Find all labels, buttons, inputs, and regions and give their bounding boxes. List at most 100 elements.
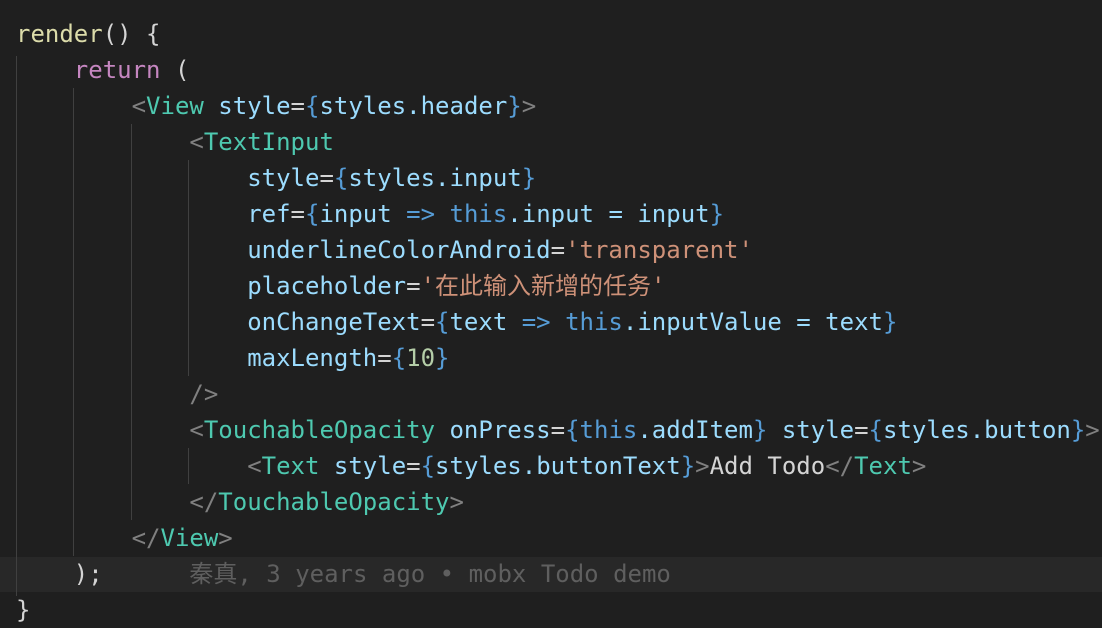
code-token: </ (189, 488, 219, 516)
code-line[interactable]: maxLength={10} (16, 340, 450, 376)
code-token: { (333, 164, 349, 192)
code-token: > (695, 452, 710, 480)
code-token: ); (16, 560, 103, 588)
code-token: styles.buttonText (435, 452, 681, 480)
code-token: { (565, 416, 580, 444)
code-token: = (420, 308, 436, 336)
code-token: this (579, 416, 638, 444)
code-token: style (247, 164, 320, 192)
code-line[interactable]: ); 秦真, 3 years ago • mobx Todo demo (16, 556, 671, 592)
code-token: > (1085, 416, 1100, 444)
code-token: TouchableOpacity (218, 488, 450, 516)
code-token: } (1070, 416, 1086, 444)
code-token: { (420, 452, 436, 480)
code-token: = (319, 164, 334, 192)
code-line[interactable]: </View> (16, 520, 233, 556)
code-line[interactable]: onChangeText={text => this.inputValue = … (16, 304, 897, 340)
code-token: render (16, 20, 103, 48)
code-line[interactable]: return ( (16, 52, 190, 88)
code-token: Text (854, 452, 912, 480)
code-line[interactable]: <Text style={styles.buttonText}>Add Todo… (16, 448, 926, 484)
code-token: text (449, 308, 508, 336)
code-token: > (218, 524, 233, 552)
code-line[interactable]: placeholder='在此输入新增的任务' (16, 268, 666, 304)
code-token: TouchableOpacity (203, 416, 436, 444)
code-token: < (189, 128, 204, 156)
code-token: < (131, 92, 147, 120)
code-token: } (507, 92, 522, 120)
git-blame-annotation: 秦真, 3 years ago • mobx Todo demo (102, 560, 671, 588)
code-token: } (680, 452, 696, 480)
code-token: styles.button (883, 416, 1071, 444)
code-token: ( (160, 56, 190, 84)
code-token: /> (189, 380, 219, 408)
code-token: TextInput (203, 128, 334, 156)
code-token: = (550, 416, 566, 444)
code-token: .input = input (507, 200, 710, 228)
code-token: } (521, 164, 537, 192)
code-token: () { (102, 20, 161, 48)
code-token: } (435, 344, 450, 372)
code-token: } (709, 200, 725, 228)
code-token: 10 (406, 344, 436, 372)
code-token: style (218, 92, 291, 120)
code-line[interactable]: style={styles.input} (16, 160, 536, 196)
code-token: .addItem (637, 416, 753, 444)
code-token: > (911, 452, 927, 480)
code-editor[interactable]: render() { return ( <View style={styles.… (0, 0, 1102, 624)
code-token: maxLength (247, 344, 378, 372)
code-line[interactable]: </TouchableOpacity> (16, 484, 464, 520)
code-token: placeholder (247, 272, 407, 300)
code-line[interactable]: } (16, 592, 30, 628)
code-token: < (189, 416, 204, 444)
code-token: => (391, 200, 450, 228)
code-token: '在此输入新增的任务' (420, 272, 666, 300)
code-token: .inputValue = text (622, 308, 883, 336)
code-token: onChangeText (247, 308, 421, 336)
code-token: } (752, 416, 768, 444)
code-token: 'transparent' (565, 236, 753, 264)
code-line[interactable]: ref={input => this.input = input} (16, 196, 724, 232)
code-token: { (305, 92, 320, 120)
code-token: } (882, 308, 898, 336)
code-token: = (290, 200, 305, 228)
code-token: { (868, 416, 883, 444)
code-line[interactable]: /> (16, 376, 218, 412)
code-token: > (521, 92, 537, 120)
code-token: => (507, 308, 566, 336)
code-token: < (247, 452, 262, 480)
code-token: </ (825, 452, 855, 480)
code-token: { (435, 308, 450, 336)
code-token: { (391, 344, 407, 372)
code-token: { (305, 200, 320, 228)
code-token: underlineColorAndroid (247, 236, 551, 264)
code-token: View (146, 92, 204, 120)
code-token: onPress (449, 416, 551, 444)
code-token: = (290, 92, 305, 120)
code-token: </ (131, 524, 161, 552)
code-token: = (406, 452, 421, 480)
code-line[interactable]: <TouchableOpacity onPress={this.addItem}… (16, 412, 1100, 448)
code-token: styles.input (348, 164, 522, 192)
code-token: input (319, 200, 392, 228)
code-token: styles.header (319, 92, 508, 120)
code-token: Add Todo (709, 452, 826, 480)
code-line[interactable]: underlineColorAndroid='transparent' (16, 232, 753, 268)
code-line[interactable]: render() { (16, 16, 161, 52)
code-token: = (854, 416, 869, 444)
code-line[interactable]: <TextInput (16, 124, 334, 160)
code-line[interactable]: <View style={styles.header}> (16, 88, 537, 124)
